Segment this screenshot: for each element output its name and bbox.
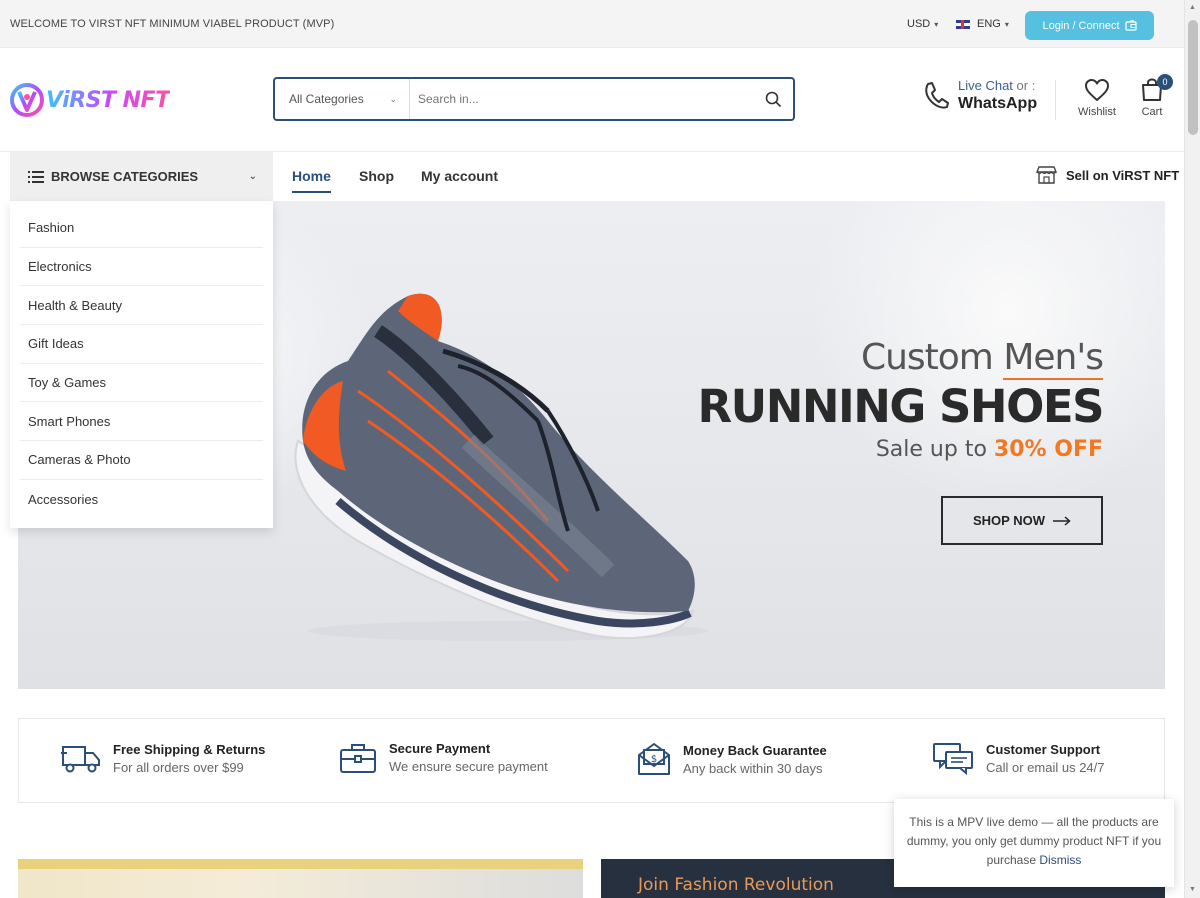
arrow-right-icon [1053, 515, 1071, 526]
chat-icon [933, 743, 973, 775]
top-bar: WELCOME TO VIRST NFT MINIMUM VIABEL PROD… [0, 0, 1184, 48]
nav-link-home[interactable]: Home [292, 168, 331, 193]
site-logo[interactable]: ViRST NFT [10, 76, 170, 124]
cart-count-badge: 0 [1157, 74, 1173, 90]
category-item-cameras-photo[interactable]: Cameras & Photo [20, 441, 263, 480]
nav-link-shop[interactable]: Shop [359, 168, 394, 184]
cart-label: Cart [1141, 106, 1163, 118]
login-label: Login / Connect [1042, 19, 1120, 32]
shop-now-button[interactable]: SHOP NOW [941, 496, 1103, 545]
feature-item: Secure Payment We ensure secure payment [339, 741, 548, 774]
currency-label: USD [907, 18, 931, 30]
login-connect-button[interactable]: Login / Connect [1025, 11, 1154, 40]
features-bar: Free Shipping & Returns For all orders ov… [18, 718, 1165, 803]
welcome-text: WELCOME TO VIRST NFT MINIMUM VIABEL PROD… [10, 18, 335, 30]
feature-subtitle: For all orders over $99 [113, 759, 244, 775]
live-chat-link[interactable]: Live Chat [958, 78, 1013, 93]
truck-icon [61, 746, 100, 773]
hero-discount: 30% OFF [993, 437, 1103, 462]
dismiss-link[interactable]: Dismiss [1039, 853, 1081, 867]
running-shoe-image [294, 293, 708, 641]
or-text: or : [1016, 78, 1036, 93]
site-header: ViRST NFT All Categories ⌄ Live Chat or … [0, 48, 1184, 152]
chevron-down-icon: ▾ [1004, 19, 1009, 29]
feature-title: Customer Support [986, 741, 1101, 757]
wishlist-button[interactable]: Wishlist [1078, 78, 1116, 118]
cart-button[interactable]: 0 Cart [1139, 74, 1173, 118]
sell-label: Sell on ViRST NFT [1066, 167, 1180, 183]
logo-text: ViRST NFT [46, 87, 170, 113]
chevron-down-icon: ▾ [934, 19, 939, 29]
list-icon [28, 170, 44, 183]
phone-icon [925, 81, 949, 109]
scrollbar-thumb[interactable] [1188, 20, 1198, 135]
page-scrollbar[interactable]: ▲ ▼ [1184, 0, 1200, 898]
category-item-toy-games[interactable]: Toy & Games [20, 364, 263, 403]
live-chat[interactable]: Live Chat or : WhatsApp [922, 78, 1037, 113]
hero-line1-prefix: Custom [860, 337, 1004, 378]
search-bar: All Categories ⌄ [273, 77, 795, 121]
nav-link-my-account[interactable]: My account [421, 168, 498, 184]
category-dropdown: Fashion Electronics Health & Beauty Gift… [10, 201, 273, 528]
money-envelope-icon: $ [638, 743, 670, 775]
heart-icon [1084, 79, 1109, 101]
search-category-select[interactable]: All Categories ⌄ [275, 79, 410, 119]
sell-link[interactable]: Sell on ViRST NFT [1036, 166, 1179, 184]
category-item-health-beauty[interactable]: Health & Beauty [20, 286, 263, 326]
category-item-accessories[interactable]: Accessories [20, 480, 263, 519]
search-button[interactable] [753, 79, 793, 119]
feature-title: Money Back Guarantee [683, 742, 827, 758]
briefcase-icon [340, 743, 376, 773]
feature-subtitle: Call or email us 24/7 [986, 759, 1105, 775]
whatsapp-link[interactable]: WhatsApp [958, 95, 1037, 113]
search-input[interactable] [410, 79, 753, 119]
browse-categories-toggle[interactable]: BROWSE CATEGORIES ⌄ [10, 152, 273, 201]
category-item-fashion[interactable]: Fashion [20, 209, 263, 248]
feature-title: Free Shipping & Returns [113, 741, 266, 757]
store-icon [1036, 166, 1057, 184]
uk-flag-icon [956, 19, 970, 29]
category-item-smart-phones[interactable]: Smart Phones [20, 402, 263, 442]
shop-now-label: SHOP NOW [973, 513, 1045, 528]
category-item-electronics[interactable]: Electronics [20, 248, 263, 287]
feature-item: Customer Support Call or email us 24/7 [932, 741, 1105, 775]
hero-sale-prefix: Sale up to [875, 437, 994, 462]
hero-line1-highlight: Men's [1003, 337, 1104, 380]
browse-categories-label: BROWSE CATEGORIES [51, 169, 199, 184]
hero-title: RUNNING SHOES [697, 380, 1105, 433]
feature-subtitle: We ensure secure payment [389, 759, 548, 774]
chevron-down-icon: ⌄ [248, 171, 257, 182]
promo-banner-left[interactable] [18, 859, 583, 898]
divider [1055, 80, 1056, 120]
wallet-icon [1124, 20, 1137, 31]
feature-item: Free Shipping & Returns For all orders ov… [61, 741, 265, 775]
feature-title: Secure Payment [389, 741, 491, 756]
demo-notice: This is a MPV live demo — all the produc… [894, 799, 1174, 887]
wishlist-label: Wishlist [1078, 106, 1116, 118]
chevron-down-icon: ⌄ [389, 93, 397, 104]
feature-subtitle: Any back within 30 days [683, 760, 823, 776]
search-category-label: All Categories [289, 92, 364, 106]
demo-notice-text: This is a MPV live demo — all the produc… [906, 815, 1162, 867]
language-selector[interactable]: ENG ▾ [956, 18, 1009, 30]
language-label: ENG [977, 18, 1001, 30]
scroll-up-icon[interactable]: ▲ [1189, 4, 1196, 11]
hero-headline: Custom Men's RUNNING SHOES Sale up to 30… [698, 337, 1104, 462]
promo-image-strip [18, 859, 583, 869]
currency-selector[interactable]: USD ▾ [907, 18, 938, 30]
category-item-gift-ideas[interactable]: Gift Ideas [20, 325, 263, 364]
search-icon [765, 91, 781, 107]
promo-fashion-title: Join Fashion Revolution [638, 875, 834, 895]
logo-emblem-icon [10, 83, 44, 117]
scroll-down-icon[interactable]: ▼ [1189, 886, 1196, 893]
main-nav: BROWSE CATEGORIES ⌄ Home Shop My account… [0, 152, 1184, 201]
feature-item: $ Money Back Guarantee Any back within 30… [637, 741, 827, 777]
